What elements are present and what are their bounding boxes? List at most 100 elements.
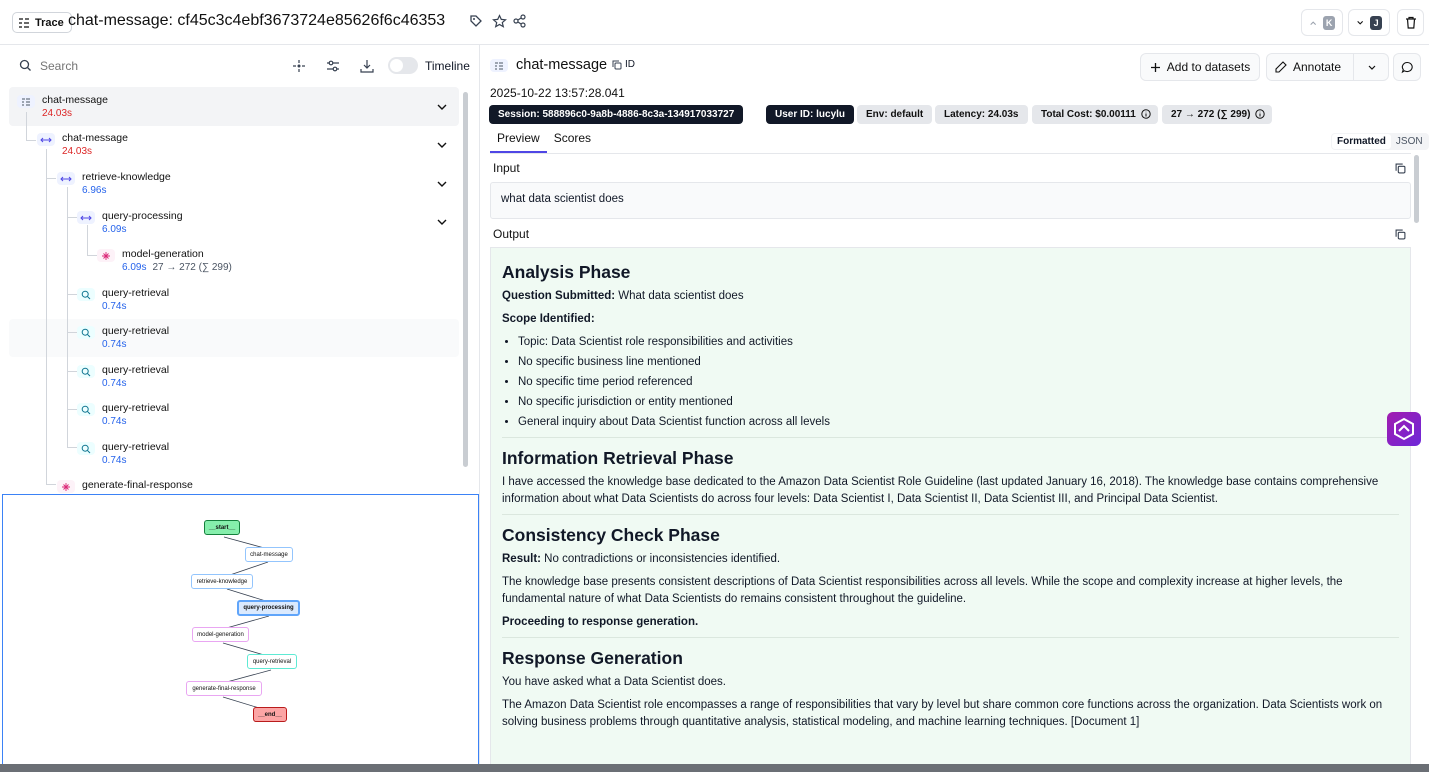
heading-retrieval: Information Retrieval Phase bbox=[502, 448, 734, 468]
tree-node-query-retrieval[interactable]: query-retrieval 0.74s bbox=[77, 363, 169, 400]
search-input[interactable] bbox=[40, 57, 260, 75]
tree-node-retrieve-knowledge[interactable]: retrieve-knowledge 6.96s bbox=[57, 170, 171, 207]
trace-tree: chat-message 24.03s chat-message 24.03s re… bbox=[0, 87, 480, 538]
session-badge[interactable]: Session: 588896c0-9a8b-4886-8c3a-1349170… bbox=[489, 105, 744, 124]
detail-title: chat-message bbox=[516, 57, 608, 73]
format-formatted[interactable]: Formatted bbox=[1332, 134, 1391, 149]
input-label: Input bbox=[493, 161, 520, 175]
tree-node-query-retrieval[interactable]: query-retrieval 0.74s bbox=[77, 401, 169, 438]
retrieval-search-icon bbox=[77, 442, 95, 455]
tree-node-model-generation[interactable]: model-generation 6.09s 27 → 272 (∑ 299) bbox=[97, 247, 232, 284]
copy-icon[interactable] bbox=[1395, 229, 1406, 240]
star-icon[interactable] bbox=[490, 12, 508, 30]
chevron-down-icon[interactable] bbox=[436, 101, 448, 113]
observation-detail-panel: chat-message ID Add to datasets Annotate… bbox=[481, 45, 1429, 772]
tree-scrollbar[interactable] bbox=[463, 92, 468, 467]
trace-icon bbox=[490, 59, 508, 72]
chevron-down-icon bbox=[1357, 20, 1364, 25]
format-json[interactable]: JSON bbox=[1391, 134, 1428, 149]
span-icon bbox=[57, 172, 75, 185]
tree-node-query-retrieval[interactable]: query-retrieval 0.74s bbox=[77, 286, 169, 323]
prev-key-hint: K bbox=[1323, 15, 1335, 30]
format-toggle: Formatted JSON bbox=[1331, 133, 1429, 150]
search-icon bbox=[19, 59, 31, 71]
token-count: 27 → 272 (∑ 299) bbox=[152, 262, 232, 273]
delete-button[interactable] bbox=[1397, 9, 1424, 36]
output-label: Output bbox=[493, 227, 530, 241]
next-trace-button[interactable]: J bbox=[1348, 9, 1390, 36]
plus-icon bbox=[1150, 62, 1160, 72]
copy-icon bbox=[612, 60, 622, 69]
generation-icon bbox=[57, 480, 75, 493]
chevron-down-icon[interactable] bbox=[436, 139, 448, 151]
prev-trace-button[interactable]: K bbox=[1301, 9, 1343, 36]
trace-badge: Trace bbox=[12, 12, 72, 33]
graph-node-generate-final-response[interactable]: generate-final-response bbox=[186, 681, 262, 696]
latency-badge: Latency: 24.03s bbox=[935, 105, 1028, 124]
page-title: chat-message: cf45c3c4ebf3673724e85626f6… bbox=[68, 12, 446, 29]
agent-graph-view[interactable]: __start__ chat-message retrieve-knowledg… bbox=[2, 494, 479, 770]
generation-icon bbox=[97, 249, 115, 262]
assistant-widget-icon[interactable] bbox=[1387, 412, 1421, 446]
tokens-badge: 27 → 272 (∑ 299) bbox=[1162, 105, 1273, 124]
edit-icon bbox=[1275, 61, 1287, 73]
share-icon[interactable] bbox=[511, 12, 529, 30]
comment-button[interactable] bbox=[1393, 53, 1421, 81]
timestamp: 2025-10-22 13:57:28.041 bbox=[490, 86, 625, 100]
heading-consistency: Consistency Check Phase bbox=[502, 525, 720, 545]
focus-icon[interactable] bbox=[292, 59, 306, 73]
list-tree-icon bbox=[19, 17, 29, 28]
retrieval-search-icon bbox=[77, 403, 95, 416]
tree-node-query-retrieval[interactable]: query-retrieval 0.74s bbox=[77, 440, 169, 477]
tree-node-chat-message[interactable]: chat-message 24.03s bbox=[17, 93, 108, 130]
tab-preview[interactable]: Preview bbox=[490, 131, 547, 153]
graph-node-start[interactable]: __start__ bbox=[204, 520, 240, 535]
tab-scores[interactable]: Scores bbox=[547, 131, 598, 153]
trace-tree-panel: Timeline chat-message24.03s chat-message… bbox=[0, 45, 480, 772]
timeline-toggle[interactable] bbox=[388, 57, 418, 74]
trash-icon bbox=[1405, 16, 1416, 29]
response-paragraph: You have asked what a Data Scientist doe… bbox=[502, 676, 726, 688]
annotate-button[interactable]: Annotate bbox=[1266, 53, 1389, 81]
response-paragraph: The Amazon Data Scientist role encompass… bbox=[502, 699, 1383, 728]
copy-id-button[interactable]: ID bbox=[612, 59, 635, 70]
graph-node-query-retrieval[interactable]: query-retrieval bbox=[247, 654, 297, 669]
settings-sliders-icon[interactable] bbox=[326, 59, 340, 73]
user-badge[interactable]: User ID: lucylu bbox=[766, 105, 855, 124]
tree-node-chat-message-span[interactable]: chat-message 24.03s bbox=[37, 131, 128, 168]
content-scrollbar[interactable] bbox=[1414, 155, 1419, 223]
add-to-datasets-button[interactable]: Add to datasets bbox=[1140, 53, 1260, 81]
chevron-down-icon[interactable] bbox=[436, 178, 448, 190]
graph-node-query-processing[interactable]: query-processing bbox=[237, 600, 300, 616]
heading-response: Response Generation bbox=[502, 648, 683, 668]
trace-icon bbox=[17, 95, 35, 108]
chevron-down-icon[interactable] bbox=[1367, 63, 1377, 73]
copy-icon[interactable] bbox=[1395, 163, 1406, 174]
retrieval-search-icon bbox=[77, 365, 95, 378]
top-bar: Trace chat-message: cf45c3c4ebf3673724e8… bbox=[0, 0, 1429, 45]
list-item: No specific jurisdiction or entity menti… bbox=[518, 394, 1399, 411]
graph-node-model-generation[interactable]: model-generation bbox=[192, 627, 249, 642]
graph-node-end[interactable]: __end__ bbox=[253, 707, 287, 722]
env-badge: Env: default bbox=[857, 105, 933, 124]
search-row: Timeline bbox=[0, 45, 480, 87]
trace-badge-label: Trace bbox=[35, 16, 64, 29]
tree-node-query-processing[interactable]: query-processing 6.09s bbox=[77, 209, 183, 246]
retrieval-search-icon bbox=[77, 288, 95, 301]
download-icon[interactable] bbox=[360, 59, 374, 73]
cost-badge: Total Cost: $0.00111 bbox=[1032, 105, 1158, 124]
graph-node-retrieve-knowledge[interactable]: retrieve-knowledge bbox=[191, 574, 253, 589]
tree-node-query-retrieval[interactable]: query-retrieval 0.74s bbox=[77, 324, 169, 361]
span-icon bbox=[77, 211, 95, 224]
comment-icon bbox=[1401, 61, 1413, 73]
tag-icon[interactable] bbox=[467, 12, 485, 30]
consistency-paragraph: The knowledge base presents consistent d… bbox=[502, 576, 1343, 605]
info-icon[interactable] bbox=[1255, 109, 1266, 119]
info-icon[interactable] bbox=[1141, 109, 1151, 119]
proceeding-text: Proceeding to response generation. bbox=[502, 616, 699, 628]
retrieval-paragraph: I have accessed the knowledge base dedic… bbox=[502, 476, 1379, 505]
preview-content: Input what data scientist does Output An… bbox=[490, 155, 1411, 772]
graph-node-chat-message[interactable]: chat-message bbox=[245, 547, 293, 562]
span-icon bbox=[37, 133, 55, 146]
chevron-down-icon[interactable] bbox=[436, 216, 448, 228]
